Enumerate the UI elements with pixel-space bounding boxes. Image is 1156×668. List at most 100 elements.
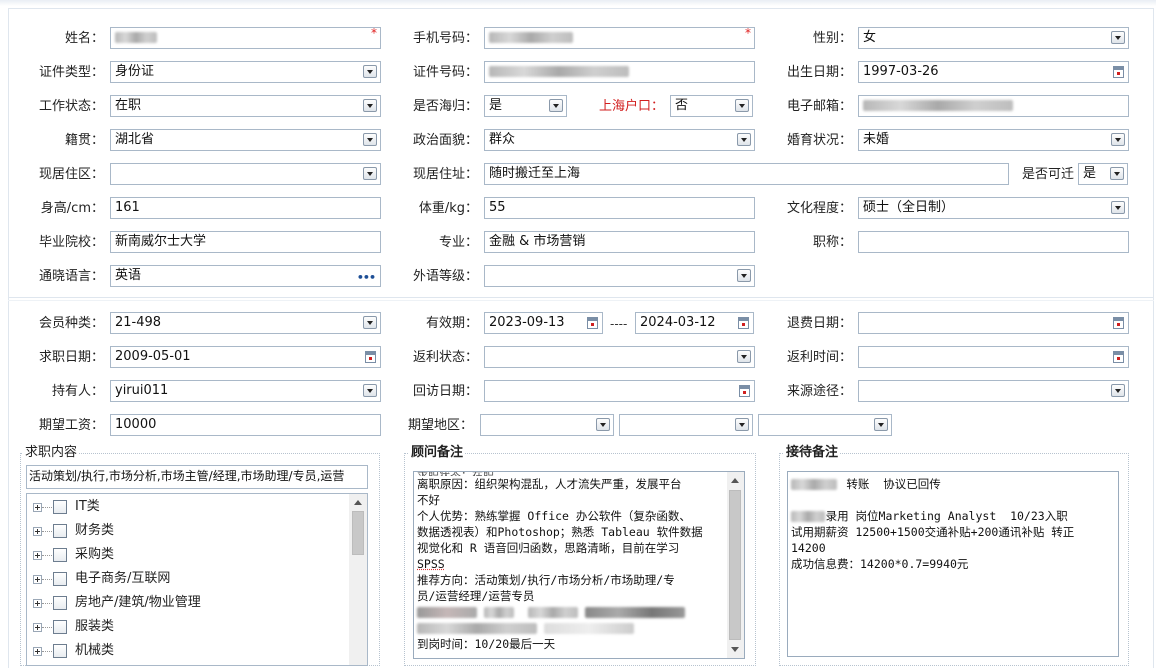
plus-icon[interactable] [33, 575, 42, 584]
ellipsis-icon[interactable]: ••• [357, 268, 376, 286]
chevron-down-icon[interactable] [549, 99, 563, 112]
checkbox-icon[interactable] [53, 500, 67, 514]
major-field[interactable]: 金融 & 市场营销 [484, 231, 755, 253]
region-district-select[interactable] [758, 414, 892, 436]
chevron-down-icon[interactable] [735, 418, 749, 431]
chevron-down-icon[interactable] [1110, 167, 1124, 180]
gender-select[interactable]: 女 [858, 27, 1129, 49]
calendar-icon[interactable] [739, 385, 750, 397]
valid-from-field[interactable]: 2023-09-13 [484, 312, 603, 334]
school-field[interactable]: 新南威尔士大学 [110, 231, 381, 253]
scroll-up-icon[interactable] [354, 500, 362, 505]
calendar-icon[interactable] [738, 317, 749, 329]
visit-date-label: 回访日期： [412, 384, 478, 399]
chevron-down-icon[interactable] [737, 269, 751, 282]
job-category-tree[interactable]: IT类 财务类 采购类 电子商务/互联网 房地产/建筑/物业管理 服装类 机械类 [26, 493, 368, 666]
plus-icon[interactable] [33, 599, 42, 608]
address-field[interactable]: 随时搬迁至上海 [484, 163, 1009, 185]
native-select[interactable]: 湖北省 [110, 129, 381, 151]
chevron-down-icon[interactable] [363, 167, 377, 180]
shanghai-hukou-select[interactable]: 否 [670, 95, 753, 117]
chevron-down-icon[interactable] [874, 418, 888, 431]
calendar-icon[interactable] [587, 317, 598, 329]
chevron-down-icon[interactable] [1111, 133, 1125, 146]
rebate-time-field[interactable] [858, 346, 1129, 368]
scroll-up-icon[interactable] [731, 478, 739, 483]
name-field[interactable]: * [110, 27, 381, 49]
birth-date-field[interactable]: 1997-03-26 [858, 61, 1129, 83]
district-select[interactable] [110, 163, 381, 185]
chevron-down-icon[interactable] [363, 384, 377, 397]
chevron-down-icon[interactable] [1111, 384, 1125, 397]
member-type-select[interactable]: 21-498 [110, 312, 381, 334]
scrollbar-thumb[interactable] [352, 511, 364, 555]
scroll-down-icon[interactable] [731, 647, 739, 652]
height-field[interactable]: 161 [110, 197, 381, 219]
plus-icon[interactable] [33, 647, 42, 656]
chevron-down-icon[interactable] [1111, 31, 1125, 44]
visit-date-field[interactable] [484, 380, 755, 402]
calendar-icon[interactable] [1113, 351, 1124, 363]
holder-select[interactable]: yirui011 [110, 380, 381, 402]
chevron-down-icon[interactable] [1111, 201, 1125, 214]
plus-icon[interactable] [33, 623, 42, 632]
calendar-icon[interactable] [365, 351, 376, 363]
checkbox-icon[interactable] [53, 644, 67, 658]
rebate-status-select[interactable] [484, 346, 755, 368]
tree-scrollbar[interactable] [349, 494, 367, 665]
plus-icon[interactable] [33, 503, 42, 512]
checkbox-icon[interactable] [53, 524, 67, 538]
region-province-select[interactable] [480, 414, 614, 436]
chevron-down-icon[interactable] [737, 133, 751, 146]
checkbox-icon[interactable] [53, 596, 67, 610]
chevron-down-icon[interactable] [596, 418, 610, 431]
note-line: 转账 协议已回传 [791, 477, 941, 491]
phone-field[interactable]: * [484, 27, 755, 49]
birth-label: 出生日期： [786, 65, 852, 80]
native-label: 籍贯： [64, 133, 104, 148]
relocate-label: 是否可迁 [1021, 167, 1074, 182]
job-date-field[interactable]: 2009-05-01 [110, 346, 381, 368]
work-status-select[interactable]: 在职 [110, 95, 381, 117]
checkbox-icon[interactable] [53, 572, 67, 586]
email-field[interactable] [858, 95, 1129, 117]
political-select[interactable]: 群众 [484, 129, 755, 151]
source-select[interactable] [858, 380, 1129, 402]
valid-to-field[interactable]: 2024-03-12 [635, 312, 754, 334]
plus-icon[interactable] [33, 527, 42, 536]
refund-date-field[interactable] [858, 312, 1129, 334]
date-range-separator: ---- [610, 317, 628, 331]
reception-notes-title: 接待备注 [784, 445, 841, 461]
plus-icon[interactable] [33, 551, 42, 560]
salary-field[interactable]: 10000 [110, 414, 381, 436]
chevron-down-icon[interactable] [363, 133, 377, 146]
consultant-notes-textarea[interactable]: 求职状态：在职 离职原因：组织架构混乱，人才流失严重，发展平台 不好 个人优势：… [413, 471, 745, 659]
calendar-icon[interactable] [1113, 317, 1124, 329]
language-field[interactable]: 英语 ••• [110, 265, 381, 287]
reception-notes-textarea[interactable]: 转账 协议已回传 录用 岗位Marketing Analyst 10/23入职 … [787, 471, 1119, 657]
job-content-summary[interactable]: 活动策划/执行,市场分析,市场主管/经理,市场助理/专员,运营 [26, 465, 368, 489]
id-number-field[interactable] [484, 61, 755, 83]
chevron-down-icon[interactable] [737, 350, 751, 363]
title-field[interactable] [858, 231, 1129, 253]
scrollbar-thumb[interactable] [729, 490, 741, 640]
tree-item-label: 采购类 [75, 547, 115, 562]
weight-field[interactable]: 55 [484, 197, 755, 219]
id-type-select[interactable]: 身份证 [110, 61, 381, 83]
region-city-select[interactable] [619, 414, 753, 436]
checkbox-icon[interactable] [53, 620, 67, 634]
relocate-select[interactable]: 是 [1078, 163, 1128, 185]
education-select[interactable]: 硕士（全日制） [858, 197, 1129, 219]
chevron-down-icon[interactable] [363, 65, 377, 78]
notes-scrollbar[interactable] [727, 472, 744, 658]
checkbox-icon[interactable] [53, 548, 67, 562]
chevron-down-icon[interactable] [363, 99, 377, 112]
returnee-select[interactable]: 是 [484, 95, 567, 117]
chevron-down-icon[interactable] [363, 316, 377, 329]
chevron-down-icon[interactable] [735, 99, 749, 112]
tree-item-label: 电子商务/互联网 [75, 571, 171, 586]
marital-select[interactable]: 未婚 [858, 129, 1129, 151]
calendar-icon[interactable] [1113, 66, 1124, 78]
relocate-value: 是 [1083, 166, 1097, 181]
foreign-level-select[interactable] [484, 265, 755, 287]
